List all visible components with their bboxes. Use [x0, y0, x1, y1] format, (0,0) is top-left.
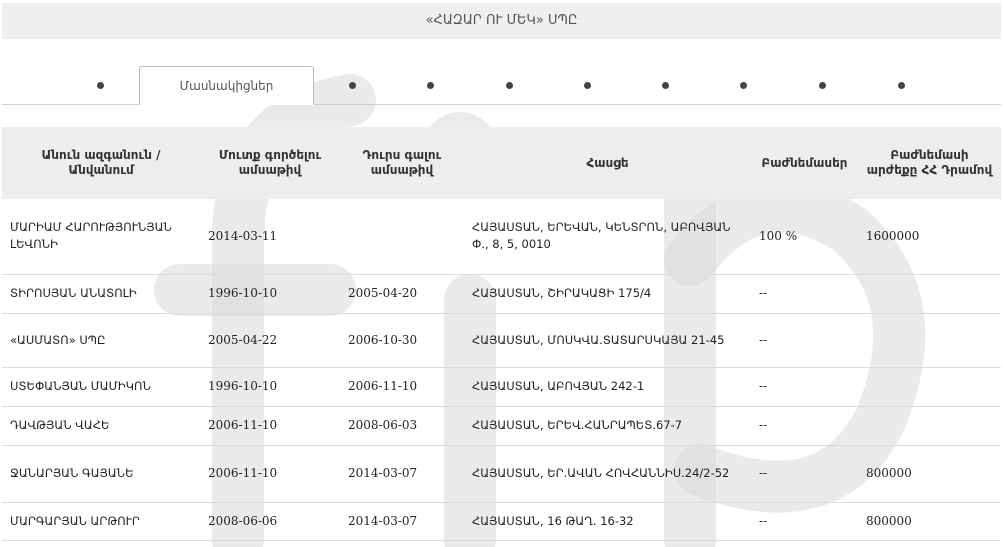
table-row: ՄԱՐԳԱՐՅԱՆ ԱՐԹՈՒՐ 2008-06-06 2014-03-07 Հ…	[2, 502, 1001, 541]
participants-table-wrapper: Անուն ազգանուն / Անվանում Մուտք գործելու…	[2, 127, 1001, 541]
cell-share: 100 %	[751, 199, 858, 275]
header-share: Բաժնեմասեր	[751, 127, 858, 199]
cell-share-value	[858, 367, 1001, 407]
tabs-bar: Մասնակիցներ	[2, 66, 1001, 105]
cell-entry-date: 1996-10-10	[200, 274, 340, 314]
cell-exit-date: 2006-10-30	[340, 313, 464, 368]
cell-address: ՀԱՅԱՍՏԱՆ, 16 ԹԱՂ. 16-32	[464, 502, 751, 541]
cell-entry-date: 2014-03-11	[200, 199, 340, 275]
tab-dot[interactable]	[97, 82, 104, 89]
page-title: «ՀԱԶԱՐ ՈՒ ՄԵԿ» ՍՊԸ	[2, 3, 1001, 39]
header-address: Հասցե	[464, 127, 751, 199]
cell-exit-date: 2006-11-10	[340, 367, 464, 407]
cell-name: ՏԻՐՈՍՅԱՆ ԱՆԱՏՈԼԻ	[2, 274, 200, 314]
cell-address: ՀԱՅԱՍՏԱՆ, ՄՈՍԿՎԱ.ՏԱՏԱՐՍԿԱՅԱ 21-45	[464, 313, 751, 368]
header-entry-date: Մուտք գործելու ամսաթիվ	[200, 127, 340, 199]
cell-address: ՀԱՅԱՍՏԱՆ, ՇԻՐԱԿԱՑԻ 175/4	[464, 274, 751, 314]
cell-name: ԴԱՎԹՅԱՆ ՎԱՀԵ	[2, 406, 200, 446]
cell-name: ՄԱՐԻԱՄ ՀԱՐՈՒԹՅՈՒՆՅԱՆ ԼԵՎՈՆԻ	[2, 199, 200, 275]
header-share-value: Բաժնեմասի արժեքը ՀՀ Դրամով	[858, 127, 1001, 199]
cell-name: «ԱՍՄԱՏՈ» ՍՊԸ	[2, 313, 200, 368]
table-row: ՍՏԵՓԱՆՅԱՆ ՄԱՄԻԿՈՆ 1996-10-10 2006-11-10 …	[2, 367, 1001, 407]
cell-exit-date: 2014-03-07	[340, 445, 464, 503]
tab-dot[interactable]	[427, 82, 434, 89]
cell-share-value: 800000	[858, 445, 1001, 503]
header-name: Անուն ազգանուն / Անվանում	[2, 127, 200, 199]
cell-share: --	[751, 367, 858, 407]
cell-share-value	[858, 313, 1001, 368]
cell-address: ՀԱՅԱՍՏԱՆ, ԵՐԵՎԱՆ, ԿԵՆՏՐՈՆ, ԱԲՈՎՅԱՆ Փ., 8…	[464, 199, 751, 275]
tab-dot[interactable]	[740, 82, 747, 89]
tab-dot[interactable]	[819, 82, 826, 89]
cell-share-value	[858, 406, 1001, 446]
cell-address: ՀԱՅԱՍՏԱՆ, ԱԲՈՎՅԱՆ 242-1	[464, 367, 751, 407]
table-row: «ԱՍՄԱՏՈ» ՍՊԸ 2005-04-22 2006-10-30 ՀԱՅԱՍ…	[2, 313, 1001, 368]
table-row: ՋԱՆԱՐՅԱՆ ԳԱՅԱՆԵ 2006-11-10 2014-03-07 ՀԱ…	[2, 445, 1001, 503]
header-exit-date: Դուրս գալու ամսաթիվ	[340, 127, 464, 199]
cell-entry-date: 2008-06-06	[200, 502, 340, 541]
cell-share: --	[751, 406, 858, 446]
tab-participants[interactable]: Մասնակիցներ	[139, 66, 314, 105]
tab-dot[interactable]	[662, 82, 669, 89]
participants-table: Անուն ազգանուն / Անվանում Մուտք գործելու…	[2, 127, 1001, 541]
cell-exit-date: 2014-03-07	[340, 502, 464, 541]
tab-dot[interactable]	[506, 82, 513, 89]
cell-share-value	[858, 274, 1001, 314]
cell-entry-date: 2006-11-10	[200, 406, 340, 446]
table-row: ՏԻՐՈՍՅԱՆ ԱՆԱՏՈԼԻ 1996-10-10 2005-04-20 Հ…	[2, 274, 1001, 314]
cell-entry-date: 2005-04-22	[200, 313, 340, 368]
table-row: ՄԱՐԻԱՄ ՀԱՐՈՒԹՅՈՒՆՅԱՆ ԼԵՎՈՆԻ 2014-03-11 Հ…	[2, 199, 1001, 275]
table-header-row: Անուն ազգանուն / Անվանում Մուտք գործելու…	[2, 127, 1001, 199]
tab-dot[interactable]	[584, 82, 591, 89]
cell-name: ՄԱՐԳԱՐՅԱՆ ԱՐԹՈՒՐ	[2, 502, 200, 541]
tab-dot[interactable]	[898, 82, 905, 89]
cell-exit-date: 2008-06-03	[340, 406, 464, 446]
cell-name: ՋԱՆԱՐՅԱՆ ԳԱՅԱՆԵ	[2, 445, 200, 503]
cell-share-value: 800000	[858, 502, 1001, 541]
cell-address: ՀԱՅԱՍՏԱՆ, ԵՐ.ԱՎԱՆ ՀՈՎՀԱՆՆԻՍ.24/2-52	[464, 445, 751, 503]
cell-share: --	[751, 502, 858, 541]
cell-address: ՀԱՅԱՍՏԱՆ, ԵՐԵՎ.ՀԱՆՐԱՊԵՏ.67-7	[464, 406, 751, 446]
cell-exit-date	[340, 199, 464, 275]
cell-exit-date: 2005-04-20	[340, 274, 464, 314]
cell-entry-date: 2006-11-10	[200, 445, 340, 503]
cell-name: ՍՏԵՓԱՆՅԱՆ ՄԱՄԻԿՈՆ	[2, 367, 200, 407]
cell-share: --	[751, 274, 858, 314]
cell-share-value: 1600000	[858, 199, 1001, 275]
cell-share: --	[751, 313, 858, 368]
tab-dot[interactable]	[349, 82, 356, 89]
table-row: ԴԱՎԹՅԱՆ ՎԱՀԵ 2006-11-10 2008-06-03 ՀԱՅԱՍ…	[2, 406, 1001, 446]
cell-share: --	[751, 445, 858, 503]
cell-entry-date: 1996-10-10	[200, 367, 340, 407]
